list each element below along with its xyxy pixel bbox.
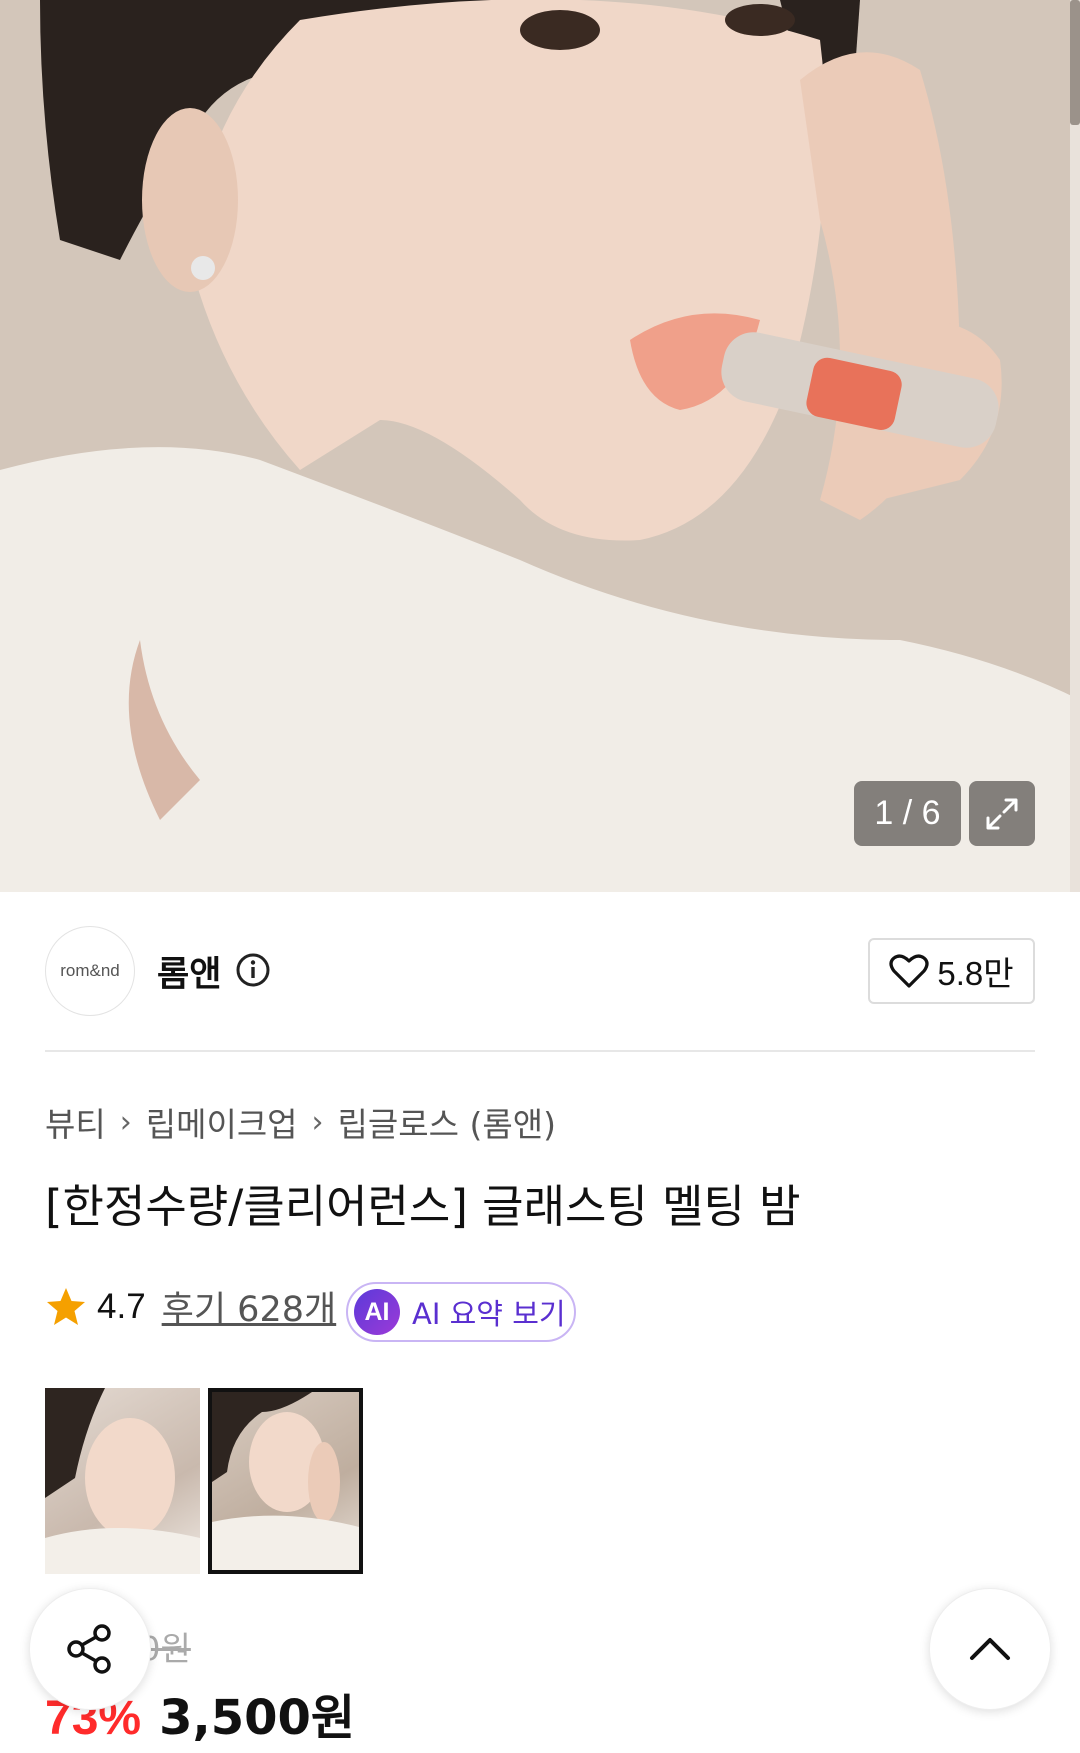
info-icon: [236, 953, 270, 987]
breadcrumb: 뷰티 › 립메이크업 › 립글로스 (롬앤): [45, 1098, 556, 1146]
ai-icon: AI: [354, 1289, 400, 1335]
rating-row: 4.7 후기 628개: [45, 1281, 336, 1332]
ai-summary-label: AI 요약 보기: [412, 1297, 566, 1331]
brand-info-button[interactable]: [235, 952, 271, 992]
chevron-right-icon: ›: [119, 1104, 132, 1140]
breadcrumb-item[interactable]: 뷰티: [45, 1098, 106, 1146]
chevron-right-icon: ›: [311, 1104, 324, 1140]
brand-name[interactable]: 롬앤: [157, 946, 221, 997]
heart-icon: [889, 954, 929, 988]
share-icon: [67, 1624, 111, 1674]
brand-logo[interactable]: rom&nd: [45, 926, 135, 1016]
image-scrollbar[interactable]: [1070, 0, 1080, 892]
expand-button[interactable]: [969, 781, 1035, 846]
divider: [45, 1050, 1035, 1052]
model-photo: [0, 0, 1080, 892]
expand-icon: [986, 798, 1018, 829]
sale-price: 3,500원: [159, 1690, 356, 1746]
breadcrumb-item[interactable]: 립글로스 (롬앤): [338, 1098, 556, 1146]
star-icon: [47, 1287, 85, 1325]
thumbnail-image[interactable]: [45, 1388, 200, 1574]
share-button[interactable]: [29, 1588, 151, 1710]
image-counter: 1 / 6: [854, 781, 961, 846]
like-button[interactable]: 5.8만: [868, 938, 1035, 1004]
thumbnail-image-selected[interactable]: [208, 1388, 363, 1574]
chevron-up-icon: [970, 1638, 1010, 1660]
product-title: [한정수량/클리어런스] 글래스팅 멜팅 밤: [45, 1180, 801, 1233]
breadcrumb-item[interactable]: 립메이크업: [146, 1098, 298, 1146]
rating-value: 4.7: [97, 1286, 146, 1326]
reviews-link[interactable]: 후기 628개: [162, 1281, 337, 1332]
like-count: 5.8만: [937, 955, 1014, 992]
product-main-image[interactable]: 1 / 6: [0, 0, 1080, 892]
scrollbar-thumb[interactable]: [1070, 0, 1080, 125]
scroll-top-button[interactable]: [929, 1588, 1051, 1710]
ai-summary-button[interactable]: AI AI 요약 보기: [346, 1282, 576, 1342]
